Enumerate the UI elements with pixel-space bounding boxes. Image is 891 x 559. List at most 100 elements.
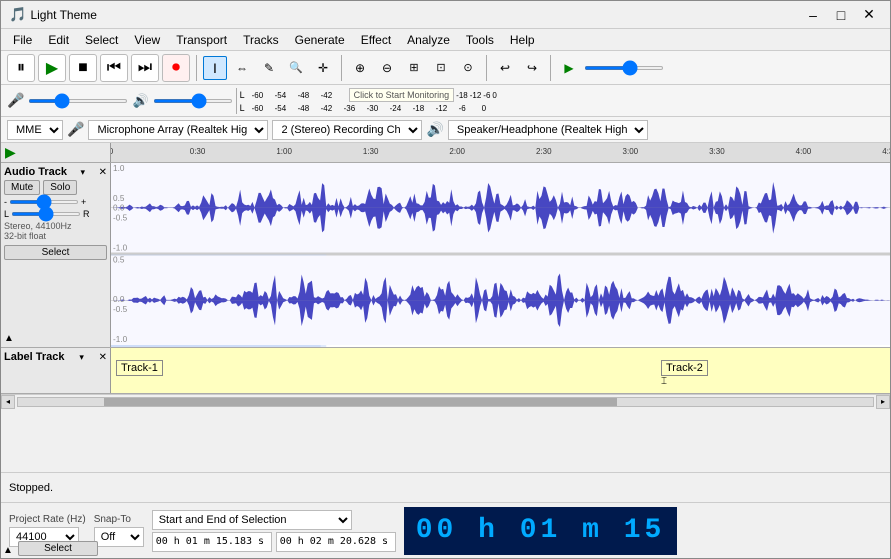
vu-scale-labels-r: -60 -54 -48 -42 -36 -30 -24 -18 -12 -6 0 [252,104,486,113]
pencil-tool-button[interactable]: ✎ [257,56,281,80]
label-track-content[interactable]: Track-1 Track-2 ⌶ [111,348,890,393]
ruler-tick: 2:00 [449,147,465,156]
ruler-tick: 1:00 [276,147,292,156]
play-at-speed-button[interactable]: ▶ [557,56,581,80]
ruler-tick: 3:00 [623,147,639,156]
menu-item-file[interactable]: File [5,31,40,49]
svg-text:0.0: 0.0 [113,295,125,304]
status-text: Stopped. [9,482,53,494]
audio-track-select-button[interactable]: Select [4,245,107,260]
vu-row-r: L -60 -54 -48 -42 -36 -30 -24 -18 -12 -6… [240,103,497,113]
speaker-device-icon: 🔊 [426,121,443,138]
audio-waveform-area[interactable]: 1.0 0.5 0.0 -0.5 -1.0 0.5 0.0 -0.5 -1.0 … [111,163,890,347]
host-select[interactable]: MME [7,120,63,140]
label-track-collapse[interactable]: ▾ [79,352,84,363]
click-to-start-monitoring-button[interactable]: Click to Start Monitoring [349,88,455,102]
audio-track-meta: Stereo, 44100Hz 32-bit float [4,221,107,241]
horizontal-scrollbar[interactable]: ◂ ▸ [1,394,890,408]
ruler-tick: 0 [111,147,113,156]
mute-button[interactable]: Mute [4,180,40,195]
zoom-out-button[interactable]: ⊖ [375,56,399,80]
menu-item-tools[interactable]: Tools [458,31,502,49]
tracks-container: Audio Track ▾ ✕ Mute Solo - + L [1,163,890,472]
selection-start-field[interactable] [152,532,272,552]
snap-to-select[interactable]: Off [94,527,144,547]
mute-solo-row: Mute Solo [4,180,107,195]
pan-slider[interactable] [11,212,81,216]
zoom-fit-button[interactable]: ⊞ [402,56,426,80]
toolbar-divider-1 [196,55,197,81]
audio-track-expand-icon[interactable]: ▲ [4,333,14,344]
status-bar: Stopped. [1,472,890,502]
zoom-tool-button[interactable]: 🔍 [284,56,308,80]
zoom-extra-button[interactable]: ⊙ [456,56,480,80]
audio-track-close[interactable]: ✕ [99,167,107,178]
menu-item-edit[interactable]: Edit [40,31,77,49]
multi-tool-button[interactable]: ✛ [311,56,335,80]
scroll-track[interactable] [17,397,874,407]
project-rate-label: Project Rate (Hz) [9,514,86,525]
mic-device-icon: 🎤 [67,121,84,138]
scroll-left-button[interactable]: ◂ [1,395,15,409]
titlebar-controls: – □ ✕ [800,5,882,25]
label-cursor-icon: ⌶ [661,376,667,387]
minimize-button[interactable]: – [800,5,826,25]
menu-item-effect[interactable]: Effect [353,31,399,49]
app-icon: 🎵 [9,6,26,23]
stop-button[interactable]: ■ [69,54,97,82]
scroll-thumb[interactable] [104,398,617,406]
gain-slider[interactable] [9,200,79,204]
audio-track-info: Audio Track ▾ ✕ Mute Solo - + L [1,163,111,347]
snap-to-group: Snap-To Off [94,514,144,547]
channels-select[interactable]: 2 (Stereo) Recording Cha... [272,120,422,140]
app-title: Light Theme [30,8,800,22]
undo-button[interactable]: ↩ [493,56,517,80]
scroll-right-button[interactable]: ▸ [876,395,890,409]
mic-device-select[interactable]: Microphone Array (Realtek High [88,120,268,140]
menu-item-tracks[interactable]: Tracks [235,31,287,49]
audio-track-collapse[interactable]: ▾ [81,167,86,178]
selection-times [152,532,396,552]
label-track-close[interactable]: ✕ [99,352,107,363]
forward-button[interactable]: ⏭ [131,54,159,82]
record-button[interactable]: ⏺ [162,54,190,82]
menu-item-select[interactable]: Select [77,31,126,49]
time-display: 00 h 01 m 15 [404,507,678,555]
time-display-value: 00 h 01 m 15 [416,515,666,546]
label-track-info: Label Track ▾ ✕ ▲ Select [1,348,111,393]
menu-item-transport[interactable]: Transport [168,31,235,49]
maximize-button[interactable]: □ [828,5,854,25]
ruler-tick: 3:30 [709,147,725,156]
menu-item-analyze[interactable]: Analyze [399,31,458,49]
selection-end-field[interactable] [276,532,396,552]
selection-type-select[interactable]: Start and End of Selection [152,510,352,530]
selection-tool-button[interactable]: I [203,56,227,80]
playback-speed-slider[interactable] [584,66,664,70]
menu-item-generate[interactable]: Generate [287,31,353,49]
timeline-ruler-row: ▶ 00:301:001:302:002:303:003:304:004:30 [1,143,890,163]
redo-button[interactable]: ↪ [520,56,544,80]
menu-item-help[interactable]: Help [502,31,543,49]
svg-text:-1.0: -1.0 [113,335,128,344]
rewind-button[interactable]: ⏮ [100,54,128,82]
zoom-in-button[interactable]: ⊕ [348,56,372,80]
solo-button[interactable]: Solo [43,180,77,195]
ruler-tick: 2:30 [536,147,552,156]
menu-item-view[interactable]: View [126,31,168,49]
speaker-device-select[interactable]: Speaker/Headphone (Realtek High [448,120,648,140]
audio-track-name: Audio Track [4,166,67,178]
ruler-tick: 4:00 [796,147,812,156]
close-button[interactable]: ✕ [856,5,882,25]
output-gain-slider[interactable] [153,99,233,103]
vu-scale-labels: -60 -54 -48 -42 [252,91,343,100]
play-button[interactable]: ▶ [38,54,66,82]
envelope-tool-button[interactable]: ⇔ [230,56,254,80]
label-track-header: Label Track ▾ ✕ [4,351,107,363]
input-gain-slider[interactable] [28,99,128,103]
timeline-ruler[interactable]: 00:301:001:302:002:303:003:304:004:30 [111,143,890,162]
mic-icon: 🎤 [7,92,24,109]
zoom-sel-button[interactable]: ⊡ [429,56,453,80]
pause-button[interactable]: ⏸ [7,54,35,82]
svg-text:-1.0: -1.0 [113,244,128,253]
toolbar-divider-3 [486,55,487,81]
